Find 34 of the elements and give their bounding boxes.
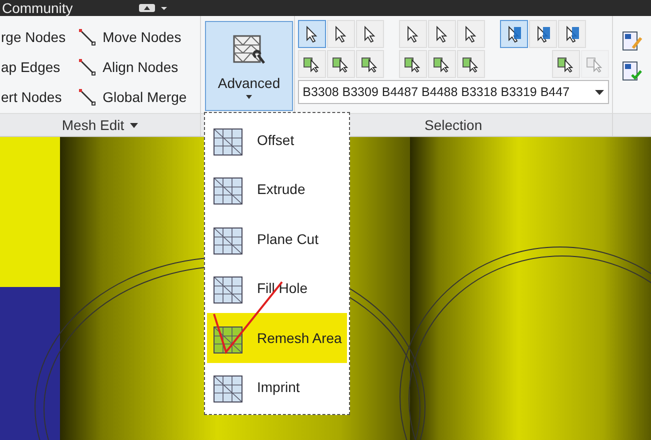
selection-tool-button[interactable] bbox=[500, 20, 528, 48]
panel-label[interactable]: Mesh Edit bbox=[0, 113, 200, 136]
dropdown-icon[interactable] bbox=[138, 3, 169, 13]
ribbon-tool[interactable]: ap Edges bbox=[1, 52, 77, 82]
advanced-button[interactable]: Advanced bbox=[205, 21, 293, 111]
ribbon-tool[interactable]: Align Nodes bbox=[76, 52, 200, 82]
cursor-icon bbox=[360, 55, 379, 73]
cursor-icon bbox=[462, 55, 480, 73]
ribbon-tool[interactable]: Global Merge bbox=[76, 82, 200, 112]
ribbon-tool[interactable]: Move Nodes bbox=[76, 22, 200, 52]
ribbon-tool[interactable]: rge Nodes bbox=[1, 22, 77, 52]
caret-icon bbox=[246, 95, 252, 99]
tool-icon bbox=[76, 27, 97, 47]
tool-icon bbox=[76, 87, 97, 107]
tool-icon bbox=[76, 57, 97, 77]
selection-dropdown[interactable]: B3308 B3309 B4487 B4488 B3318 B3319 B447 bbox=[298, 80, 609, 104]
cursor-icon bbox=[332, 55, 350, 73]
caret-icon bbox=[130, 122, 138, 128]
menu-item[interactable]: Extrude bbox=[207, 164, 347, 214]
edit-list-icon[interactable] bbox=[621, 30, 643, 52]
community-tab[interactable]: Community bbox=[2, 0, 73, 16]
caret-icon bbox=[595, 90, 604, 94]
menu-item[interactable]: Plane Cut bbox=[207, 214, 347, 264]
selection-tool-button[interactable] bbox=[298, 20, 326, 48]
menu-item[interactable]: Imprint bbox=[207, 362, 347, 412]
menu-item[interactable]: Remesh Area bbox=[207, 313, 347, 362]
cursor-icon bbox=[557, 55, 575, 73]
menu-item[interactable]: Fill Hole bbox=[207, 264, 347, 313]
check-list-icon[interactable] bbox=[621, 60, 643, 82]
ribbon-tool[interactable]: ert Nodes bbox=[1, 82, 77, 112]
cursor-icon bbox=[302, 55, 321, 73]
cursor-icon bbox=[432, 55, 451, 73]
cursor-icon bbox=[586, 55, 604, 73]
cursor-icon bbox=[404, 55, 422, 73]
